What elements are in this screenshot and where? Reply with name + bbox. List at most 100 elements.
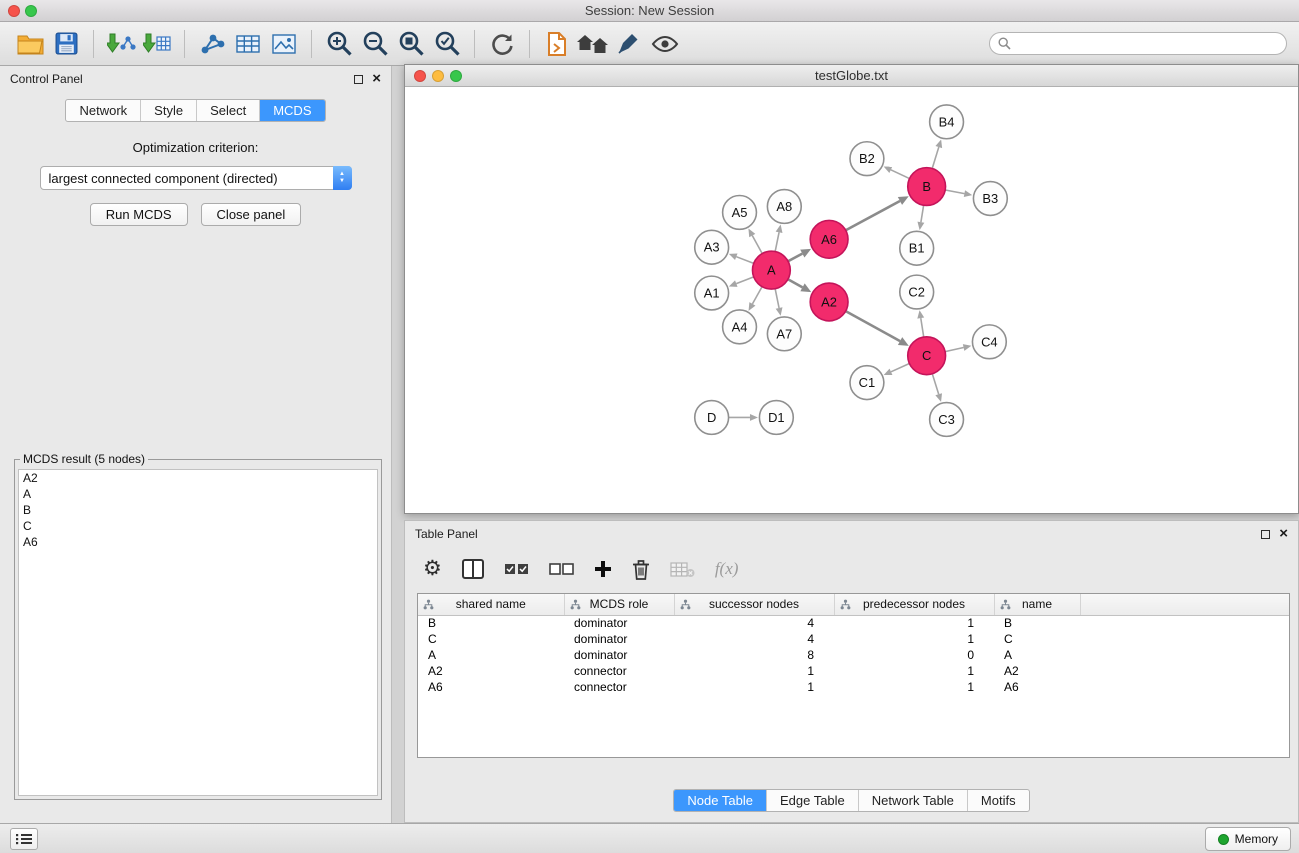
graph-edge[interactable] — [749, 287, 763, 311]
list-item[interactable]: C — [19, 518, 377, 534]
table-row[interactable]: A6connector11A6 — [418, 679, 1289, 695]
list-item[interactable]: B — [19, 502, 377, 518]
graph-node[interactable]: A1 — [695, 276, 729, 310]
graph-edge[interactable] — [788, 249, 811, 261]
memory-button[interactable]: Memory — [1205, 827, 1291, 851]
new-network-button[interactable] — [194, 26, 230, 62]
graph-node-mcds[interactable]: A6 — [810, 220, 848, 258]
close-panel-button[interactable]: Close panel — [201, 203, 302, 226]
table-cell[interactable]: B — [994, 615, 1080, 631]
mcds-result-list[interactable]: A2ABCA6 — [18, 469, 378, 796]
close-panel-icon[interactable]: × — [1279, 528, 1288, 540]
search-input[interactable] — [1016, 37, 1278, 51]
graph-node[interactable]: A5 — [723, 195, 757, 229]
graph-edge[interactable] — [846, 311, 909, 346]
table-cell[interactable]: 1 — [674, 663, 834, 679]
save-session-button[interactable] — [48, 26, 84, 62]
graph-edge[interactable] — [932, 139, 942, 168]
graph-node[interactable]: D — [695, 401, 729, 435]
table-cell[interactable]: 4 — [674, 615, 834, 631]
graph-edge[interactable] — [729, 277, 754, 287]
tab-node-table[interactable]: Node Table — [674, 790, 767, 811]
close-window-icon[interactable] — [8, 5, 20, 17]
zoom-out-button[interactable] — [357, 26, 393, 62]
tab-edge-table[interactable]: Edge Table — [767, 790, 859, 811]
graph-edge[interactable] — [775, 224, 782, 251]
minimize-window-icon[interactable] — [432, 70, 444, 82]
table-cell[interactable]: 1 — [834, 631, 994, 647]
graph-edge[interactable] — [932, 374, 942, 402]
select-all-button[interactable] — [504, 563, 529, 576]
graph-node[interactable]: C4 — [972, 325, 1006, 359]
graph-edge[interactable] — [846, 196, 909, 230]
new-table-button[interactable] — [230, 26, 266, 62]
graph-node[interactable]: A3 — [695, 230, 729, 264]
column-visibility-button[interactable] — [462, 559, 484, 579]
graph-node[interactable]: B4 — [930, 105, 964, 139]
show-panels-button[interactable] — [10, 828, 38, 850]
open-document-button[interactable] — [539, 26, 575, 62]
table-cell[interactable]: 1 — [674, 679, 834, 695]
table-row[interactable]: Adominator80A — [418, 647, 1289, 663]
network-window-titlebar[interactable]: testGlobe.txt — [405, 65, 1298, 87]
table-cell[interactable]: 1 — [834, 615, 994, 631]
table-cell[interactable]: 1 — [834, 679, 994, 695]
list-item[interactable]: A — [19, 486, 377, 502]
table-cell[interactable]: A6 — [994, 679, 1080, 695]
network-graph[interactable]: B4B2BB3A5A8A6B1A3AA1C2A2A4A7C4CC1C3DD1 — [405, 88, 1298, 513]
graph-edge[interactable] — [884, 166, 910, 178]
graph-node[interactable]: A4 — [723, 310, 757, 344]
graph-node[interactable]: A7 — [767, 317, 801, 351]
graph-edge[interactable] — [945, 344, 971, 352]
graph-node[interactable]: D1 — [759, 401, 793, 435]
import-network-button[interactable] — [103, 26, 139, 62]
table-cell[interactable]: A — [418, 647, 564, 663]
graph-edge[interactable] — [884, 364, 910, 376]
column-header[interactable]: shared name — [418, 594, 564, 615]
graph-node[interactable]: A8 — [767, 190, 801, 224]
first-neighbors-button[interactable] — [575, 26, 611, 62]
import-table-button[interactable] — [139, 26, 175, 62]
graph-node[interactable]: B2 — [850, 142, 884, 176]
add-column-button[interactable] — [594, 560, 612, 578]
zoom-selected-button[interactable] — [429, 26, 465, 62]
list-item[interactable]: A6 — [19, 534, 377, 550]
tab-network-table[interactable]: Network Table — [859, 790, 968, 811]
deselect-all-button[interactable] — [549, 563, 574, 576]
column-header[interactable]: predecessor nodes — [834, 594, 994, 615]
float-panel-icon[interactable] — [1261, 530, 1270, 539]
show-details-button[interactable] — [647, 26, 683, 62]
table-cell[interactable]: dominator — [564, 647, 674, 663]
list-item[interactable]: A2 — [19, 470, 377, 486]
graph-node-mcds[interactable]: A — [752, 251, 790, 289]
column-header[interactable]: name — [994, 594, 1080, 615]
network-canvas[interactable]: B4B2BB3A5A8A6B1A3AA1C2A2A4A7C4CC1C3DD1 — [405, 88, 1298, 513]
table-row[interactable]: Bdominator41B — [418, 615, 1289, 631]
table-cell[interactable]: A6 — [418, 679, 564, 695]
graph-edge[interactable] — [748, 229, 762, 254]
table-cell[interactable]: A2 — [994, 663, 1080, 679]
column-header[interactable]: successor nodes — [674, 594, 834, 615]
zoom-fit-button[interactable] — [393, 26, 429, 62]
table-cell[interactable]: connector — [564, 679, 674, 695]
table-cell[interactable]: 4 — [674, 631, 834, 647]
table-cell[interactable]: C — [994, 631, 1080, 647]
table-cell[interactable]: dominator — [564, 615, 674, 631]
criterion-select[interactable]: largest connected component (directed) — [40, 166, 352, 190]
graph-node[interactable]: C3 — [930, 403, 964, 437]
tab-style[interactable]: Style — [141, 100, 197, 121]
run-mcds-button[interactable]: Run MCDS — [90, 203, 188, 226]
table-row[interactable]: Cdominator41C — [418, 631, 1289, 647]
delete-column-button[interactable] — [632, 559, 650, 580]
table-cell[interactable]: dominator — [564, 631, 674, 647]
graph-edge[interactable] — [729, 253, 754, 263]
float-panel-icon[interactable] — [354, 75, 363, 84]
table-cell[interactable]: 8 — [674, 647, 834, 663]
graph-edge[interactable] — [945, 190, 972, 197]
column-header[interactable]: MCDS role — [564, 594, 674, 615]
zoom-window-icon[interactable] — [450, 70, 462, 82]
delete-table-button[interactable] — [670, 561, 695, 578]
zoom-in-button[interactable] — [321, 26, 357, 62]
graph-edge[interactable] — [917, 205, 924, 230]
graph-edge[interactable] — [788, 279, 811, 292]
